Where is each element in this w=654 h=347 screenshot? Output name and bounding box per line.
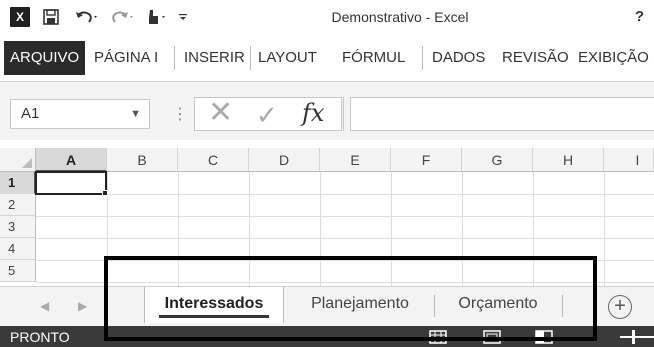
normal-view-icon[interactable] [428,329,448,345]
sheet-tab-orcamento[interactable]: Orçamento [436,287,560,323]
sheet-tabs-bar: ◀ ▶ Interessados Planejamento Orçamento … [0,286,654,326]
column-header-d[interactable]: D [249,148,320,172]
drag-handle-icon[interactable]: ⋮ [172,104,188,124]
gridline [320,172,321,286]
tab-arquivo[interactable]: ARQUIVO [4,41,86,75]
status-bar: PRONTO [0,326,654,347]
ribbon-divider [422,46,423,70]
formula-input[interactable] [350,97,654,131]
gridline [391,172,392,286]
column-header-b[interactable]: B [107,148,178,172]
active-tab-indicator [159,315,269,318]
name-box[interactable]: A1 ▼ [10,99,150,129]
add-sheet-button[interactable]: + [608,295,632,319]
column-header-i[interactable]: I [604,148,654,172]
tab-inserir[interactable]: INSERIR [180,41,245,75]
redo-icon[interactable] [108,7,138,27]
select-all-button[interactable] [0,148,36,172]
undo-icon[interactable] [72,7,102,27]
tab-pagina-inicial[interactable]: PÁGINA I [90,41,170,75]
ribbon-divider [174,46,175,70]
excel-icon[interactable]: X [10,7,30,27]
gridline [36,238,654,239]
gridline [36,194,654,195]
sheet-tab-planejamento[interactable]: Planejamento [290,287,430,323]
formula-divider [343,97,344,131]
worksheet-grid[interactable]: A B C D E F G H I 1 2 3 4 5 [0,140,654,286]
prev-sheet-icon[interactable]: ◀ [40,299,49,313]
zoom-slider[interactable] [620,336,654,338]
active-cell-a1[interactable] [35,171,107,195]
touch-mode-icon[interactable] [142,7,172,27]
column-header-f[interactable]: F [391,148,462,172]
row-header-3[interactable]: 3 [0,216,36,238]
gridline [36,260,654,261]
tab-divider [562,295,563,317]
gridline [462,172,463,286]
help-icon[interactable]: ? [635,8,644,25]
tab-divider [434,295,435,317]
column-header-e[interactable]: E [320,148,391,172]
customize-toolbar-icon[interactable] [176,7,190,27]
fill-handle[interactable] [102,190,108,196]
sheet-tab-interessados[interactable]: Interessados [144,287,284,323]
column-header-h[interactable]: H [533,148,604,172]
ribbon-divider [250,46,251,70]
chevron-down-icon[interactable]: ▼ [130,100,141,128]
window-title: Demonstrativo - Excel [331,9,469,25]
save-icon[interactable] [42,7,60,27]
zoom-slider-thumb[interactable] [632,330,635,344]
name-box-value: A1 [21,105,40,122]
column-header-c[interactable]: C [178,148,249,172]
formula-bar: A1 ▼ ⋮ ✕ ✓ fx [0,82,654,140]
insert-function-icon[interactable]: fx [302,98,324,128]
gridline [36,282,654,283]
tab-exibicao[interactable]: EXIBIÇÃO [574,41,654,75]
row-header-5[interactable]: 5 [0,260,36,282]
status-text: PRONTO [10,329,70,345]
row-header-2[interactable]: 2 [0,194,36,216]
ribbon-tabs: ARQUIVO PÁGINA I INSERIR LAYOUT FÓRMUL D… [0,34,654,82]
tab-revisao[interactable]: REVISÃO [498,41,569,75]
column-header-g[interactable]: G [462,148,533,172]
row-header-4[interactable]: 4 [0,238,36,260]
column-header-a[interactable]: A [36,148,107,172]
tab-formulas[interactable]: FÓRMUL [338,41,414,75]
select-all-icon [22,158,32,168]
gridline [533,172,534,286]
gridline [249,172,250,286]
enter-icon[interactable]: ✓ [256,100,278,130]
page-layout-view-icon[interactable] [482,329,502,345]
gridline [604,172,605,286]
tab-dados[interactable]: DADOS [428,41,485,75]
next-sheet-icon[interactable]: ▶ [78,299,87,313]
sheet-tab-label: Interessados [164,295,264,312]
gridline [36,216,654,217]
cancel-icon[interactable]: ✕ [208,98,233,128]
tab-layout[interactable]: LAYOUT [254,41,317,75]
title-bar: X Demonstrativo - Excel ? [0,0,654,34]
row-header-1[interactable]: 1 [0,172,36,194]
page-break-view-icon[interactable] [534,329,554,345]
gridline [178,172,179,286]
